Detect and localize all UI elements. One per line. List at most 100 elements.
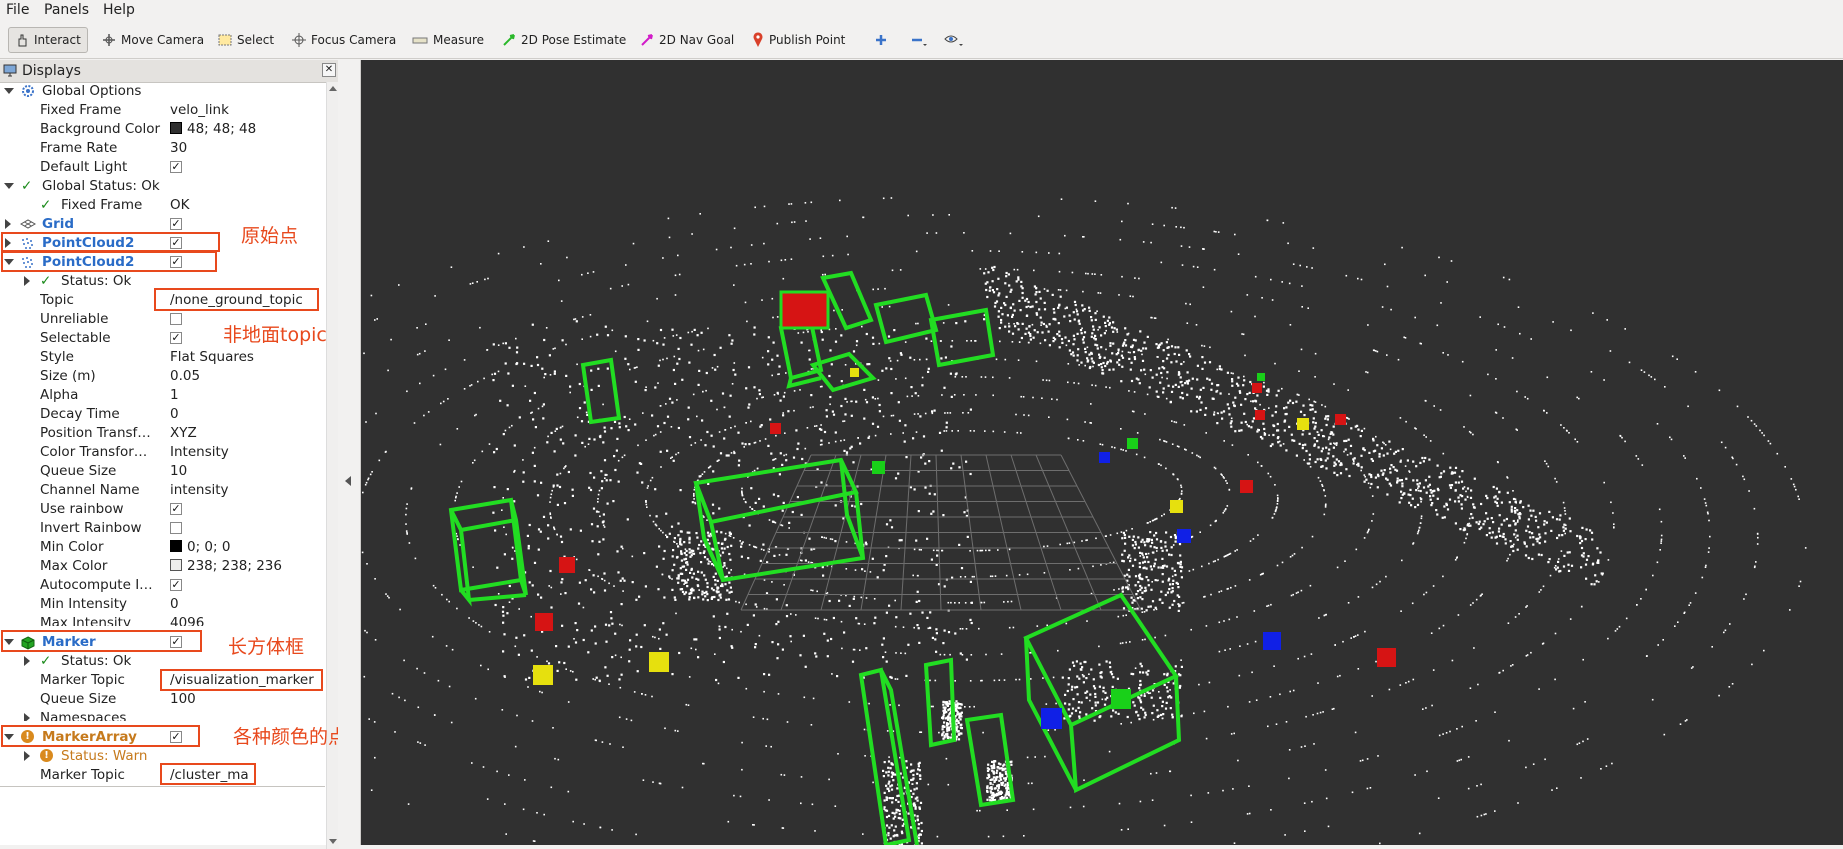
lidar-point [512,547,514,549]
add-tool-button[interactable] [868,27,899,53]
collapse-arrow-icon[interactable] [24,656,30,666]
tree-row-max-intensity[interactable]: Max Intensity 4096 [0,614,325,626]
collapse-left-icon[interactable] [345,476,351,486]
tree-row-min-color[interactable]: Min Color 0; 0; 0 [0,538,325,557]
min-intensity-value[interactable]: 0 [170,595,179,614]
tree-row-min-intensity[interactable]: Min Intensity 0 [0,595,325,614]
selectable-checkbox[interactable]: ✓ [170,332,182,344]
lidar-point [855,569,857,571]
decay-time-value[interactable]: 0 [170,405,179,424]
tree-row-color-transformer[interactable]: Color Transfor… Intensity [0,443,325,462]
lidar-point [677,545,679,547]
collapse-arrow-icon[interactable] [24,276,30,286]
tree-row-size[interactable]: Size (m) 0.05 [0,367,325,386]
lidar-point [593,574,595,576]
publish-point-button[interactable]: Publish Point [746,27,851,53]
move-camera-button[interactable]: Move Camera [96,27,210,53]
tree-row-marker-queue-size[interactable]: Queue Size 100 [0,690,325,709]
close-panel-icon[interactable]: ✕ [322,63,336,77]
measure-button[interactable]: Measure [406,27,490,53]
max-color-value[interactable]: 238; 238; 236 [170,557,282,576]
collapse-arrow-icon[interactable] [24,751,30,761]
lidar-point [1485,813,1487,815]
lidar-point [1178,605,1180,607]
expand-arrow-icon[interactable] [4,88,14,94]
position-transformer-value[interactable]: XYZ [170,424,197,443]
lidar-scene[interactable] [361,60,1843,845]
tree-row-position-transformer[interactable]: Position Transf… XYZ [0,424,325,443]
fixed-frame-value[interactable]: velo_link [170,101,229,120]
lidar-point [1188,353,1190,355]
tree-row-invert-rainbow[interactable]: Invert Rainbow [0,519,325,538]
tree-row-frame-rate[interactable]: Frame Rate 30 [0,139,325,158]
lidar-point [952,463,954,465]
queue-size-value[interactable]: 10 [170,462,187,481]
tree-row-background-color[interactable]: Background Color 48; 48; 48 [0,120,325,139]
lidar-point [1402,448,1404,450]
unreliable-checkbox[interactable] [170,313,182,325]
autocompute-checkbox[interactable]: ✓ [170,579,182,591]
lidar-point [1127,556,1129,558]
menu-file[interactable]: File [6,2,29,18]
lidar-point [678,575,680,577]
interact-button[interactable]: Interact [8,27,88,53]
panel-splitter[interactable] [338,60,361,845]
tree-row-channel-name[interactable]: Channel Name intensity [0,481,325,500]
tree-row-global-status[interactable]: ✓ Global Status: Ok [0,177,325,196]
marker-queue-size-value[interactable]: 100 [170,690,196,709]
lidar-point [1247,294,1249,296]
scroll-up-icon[interactable] [329,86,337,91]
lidar-point [636,472,638,474]
scroll-down-icon[interactable] [329,839,337,844]
color-transformer-value[interactable]: Intensity [170,443,229,462]
min-color-value[interactable]: 0; 0; 0 [170,538,230,557]
tree-row-decay-time[interactable]: Decay Time 0 [0,405,325,424]
default-light-checkbox[interactable]: ✓ [170,161,182,173]
tree-row-queue-size[interactable]: Queue Size 10 [0,462,325,481]
channel-name-value[interactable]: intensity [170,481,229,500]
grid-checkbox[interactable]: ✓ [170,218,182,230]
tree-row-namespaces[interactable]: Namespaces [0,709,325,721]
lidar-point [1084,421,1086,423]
lidar-point [615,351,617,353]
collapse-arrow-icon[interactable] [5,219,11,229]
nav-goal-button[interactable]: 2D Nav Goal [634,27,740,53]
lidar-point [1275,405,1277,407]
size-value[interactable]: 0.05 [170,367,200,386]
focus-camera-button[interactable]: Focus Camera [286,27,402,53]
tree-row-autocompute[interactable]: Autocompute I… ✓ [0,576,325,595]
tree-row-max-color[interactable]: Max Color 238; 238; 236 [0,557,325,576]
crosshair-icon [292,33,306,47]
max-intensity-value[interactable]: 4096 [170,614,204,626]
style-value[interactable]: Flat Squares [170,348,254,367]
lidar-point [943,731,945,733]
select-button[interactable]: Select [212,27,280,53]
3d-render-view[interactable] [361,60,1843,845]
alpha-value[interactable]: 1 [170,386,179,405]
lidar-point [1414,427,1416,429]
tree-row-default-light[interactable]: Default Light ✓ [0,158,325,177]
tree-row-gs-fixed-frame[interactable]: ✓ Fixed Frame OK [0,196,325,215]
menu-help[interactable]: Help [103,2,135,18]
lidar-point [1274,363,1276,365]
collapse-arrow-icon[interactable] [24,713,30,721]
tree-row-use-rainbow[interactable]: Use rainbow ✓ [0,500,325,519]
tree-row-alpha[interactable]: Alpha 1 [0,386,325,405]
tree-row-global-options[interactable]: Global Options [0,82,325,101]
lidar-point [961,704,963,706]
invert-rainbow-checkbox[interactable] [170,522,182,534]
use-rainbow-checkbox[interactable]: ✓ [170,503,182,515]
lidar-point [1154,317,1156,319]
lidar-point [1308,399,1310,401]
remove-tool-button[interactable] [904,27,939,53]
background-color-value[interactable]: 48; 48; 48 [170,120,256,139]
view-options-button[interactable] [938,27,975,53]
lidar-point [845,364,847,366]
menu-panels[interactable]: Panels [44,2,89,18]
lidar-point [1011,601,1013,603]
frame-rate-value[interactable]: 30 [170,139,187,158]
expand-arrow-icon[interactable] [4,183,14,189]
tree-row-style[interactable]: Style Flat Squares [0,348,325,367]
pose-estimate-button[interactable]: 2D Pose Estimate [496,27,632,53]
tree-row-fixed-frame[interactable]: Fixed Frame velo_link [0,101,325,120]
